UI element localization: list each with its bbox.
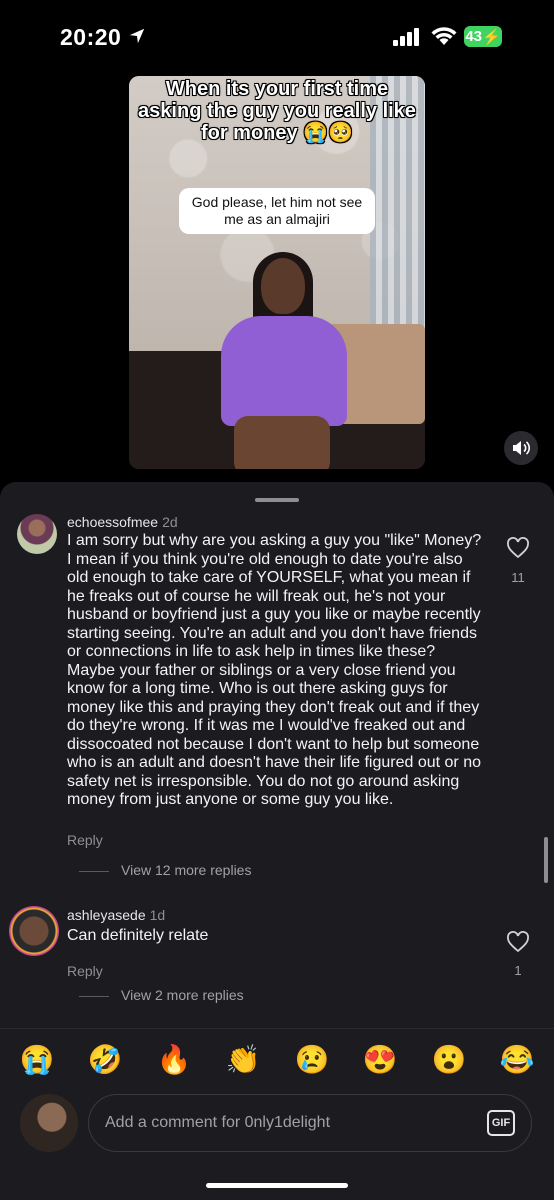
status-bar: 20:20 43 ⚡ (0, 0, 554, 72)
replies-divider-line (79, 995, 109, 997)
video-text-bubble: God please, let him not see me as an alm… (179, 188, 375, 234)
emoji-button[interactable]: 😭 (17, 1040, 57, 1080)
comment-text: Can definitely relate (67, 927, 209, 944)
video-person-legs (234, 416, 330, 469)
view-more-replies-label[interactable]: View 12 more replies (121, 862, 251, 878)
current-user-avatar[interactable] (20, 1094, 78, 1152)
scrollbar[interactable] (544, 837, 548, 883)
video-person-head (261, 258, 305, 314)
replies-divider-line (79, 870, 109, 872)
emoji-quick-bar: 😭 🤣 🔥 👏 😢 😍 😮 😂 (0, 1040, 554, 1080)
like-count: 11 (511, 570, 525, 585)
view-more-replies[interactable]: View 12 more replies (79, 862, 251, 878)
home-indicator[interactable] (206, 1183, 348, 1188)
emoji-button[interactable]: 😮 (429, 1040, 469, 1080)
comment-text: I am sorry but why are you asking a guy … (67, 532, 482, 808)
avatar[interactable] (17, 514, 57, 554)
comment-input-placeholder[interactable]: Add a comment for 0nly1delight (105, 1114, 330, 1132)
comment-username[interactable]: ashleyasede 1d (67, 907, 165, 923)
comment-age: 1d (149, 907, 166, 923)
comment-composer: Add a comment for 0nly1delight GIF (0, 1092, 554, 1154)
speaker-icon (513, 441, 530, 455)
view-more-replies[interactable]: View 2 more replies (79, 987, 244, 1003)
like-heart-icon[interactable] (506, 931, 530, 953)
battery-level: 43 (465, 28, 482, 45)
video-person-body (221, 316, 347, 426)
sound-toggle-button[interactable] (504, 431, 538, 465)
sheet-drag-handle[interactable] (255, 498, 299, 502)
emoji-button[interactable]: 🤣 (85, 1040, 125, 1080)
comment-age: 2d (162, 514, 178, 530)
like-heart-icon[interactable] (506, 537, 530, 559)
emoji-button[interactable]: 😢 (292, 1040, 332, 1080)
avatar[interactable] (9, 906, 59, 956)
emoji-button[interactable]: 👏 (223, 1040, 263, 1080)
composer-divider (0, 1028, 554, 1029)
username-text[interactable]: ashleyasede (67, 907, 146, 923)
comment-input[interactable]: Add a comment for 0nly1delight GIF (88, 1094, 532, 1152)
username-text[interactable]: echoessofmee (67, 514, 158, 530)
comment-username[interactable]: echoessofmee 2d (67, 514, 178, 530)
emoji-button[interactable]: 😂 (497, 1040, 537, 1080)
view-more-replies-label[interactable]: View 2 more replies (121, 987, 244, 1003)
reply-button[interactable]: Reply (67, 963, 103, 979)
gif-button[interactable]: GIF (487, 1110, 515, 1136)
wifi-icon (431, 27, 457, 45)
like-count: 1 (514, 963, 522, 978)
video-player[interactable]: When its your first time asking the guy … (129, 76, 425, 469)
location-arrow-icon (129, 28, 145, 44)
emoji-button[interactable]: 😍 (360, 1040, 400, 1080)
cellular-signal-icon (393, 28, 419, 46)
status-time: 20:20 (60, 24, 122, 50)
charging-bolt-icon: ⚡ (482, 28, 501, 46)
battery-indicator: 43 ⚡ (464, 26, 502, 47)
reply-button[interactable]: Reply (67, 832, 103, 848)
emoji-button[interactable]: 🔥 (154, 1040, 194, 1080)
video-caption: When its your first time asking the guy … (138, 78, 416, 144)
